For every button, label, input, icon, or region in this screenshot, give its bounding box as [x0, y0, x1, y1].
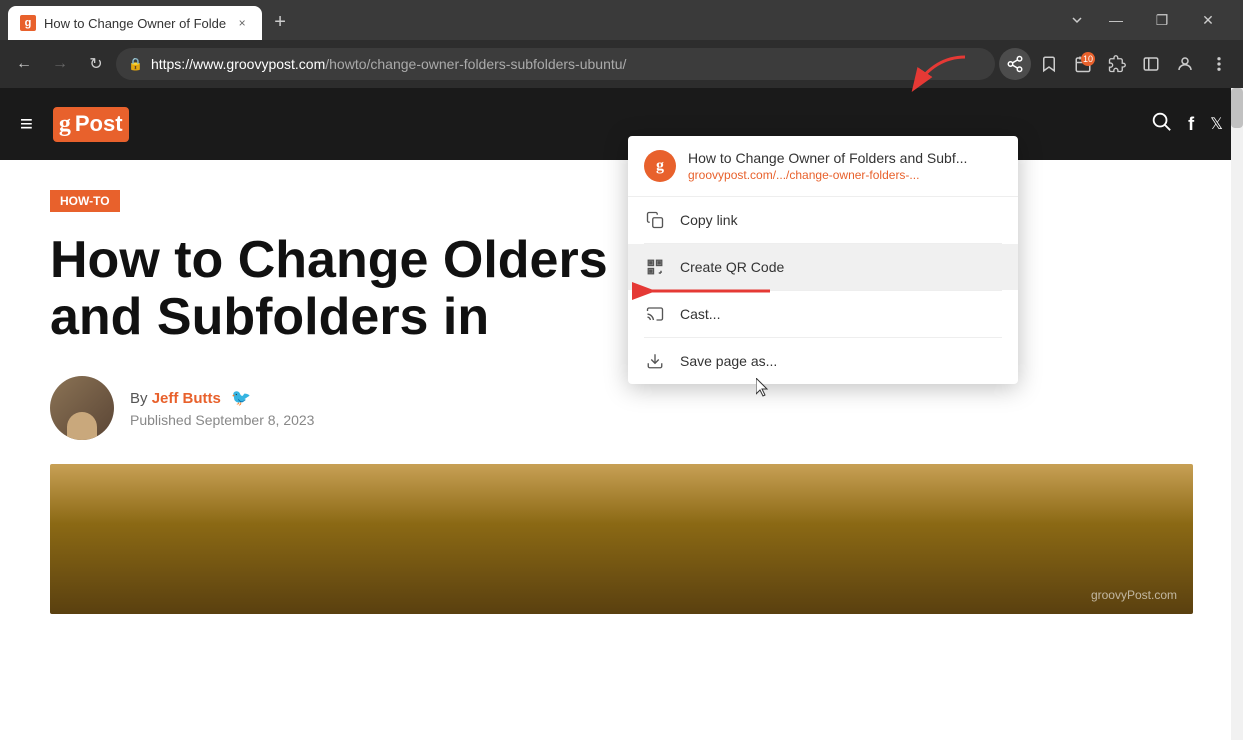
- qr-icon: [644, 256, 666, 278]
- dropdown-title: How to Change Owner of Folders and Subf.…: [688, 150, 967, 166]
- scrollbar[interactable]: [1231, 88, 1243, 740]
- page-content: HOW-TO How to Change Olders and Subfolde…: [0, 160, 1243, 644]
- header-icons: f 𝕏: [1150, 110, 1223, 138]
- badge: 10: [1081, 52, 1095, 66]
- cast-icon: [644, 303, 666, 325]
- dropdown-header: g How to Change Owner of Folders and Sub…: [628, 136, 1018, 197]
- dropdown-favicon: g: [644, 150, 676, 182]
- url-domain: https://www.groovypost.com: [151, 56, 325, 72]
- address-bar[interactable]: 🔒 https://www.groovypost.com/howto/chang…: [116, 48, 995, 80]
- new-tab-button[interactable]: +: [266, 8, 294, 36]
- how-to-badge: HOW-TO: [50, 190, 120, 212]
- twitter-handle-icon: 🐦: [231, 390, 251, 407]
- author-line: By Jeff Butts 🐦: [130, 388, 314, 408]
- site-header: ≡ g Post f 𝕏: [0, 88, 1243, 160]
- watermark: groovyPost.com: [1091, 588, 1177, 602]
- avatar-figure: [67, 412, 97, 440]
- article-title: How to Change Olders and Subfolders in: [50, 232, 1193, 346]
- chevron-down-icon[interactable]: [1061, 4, 1093, 36]
- copy-link-label: Copy link: [680, 212, 738, 228]
- hamburger-menu[interactable]: ≡: [20, 111, 33, 137]
- tab-close-button[interactable]: ×: [234, 15, 250, 31]
- toolbar-icons: 10: [999, 48, 1235, 80]
- share-button[interactable]: [999, 48, 1031, 80]
- tab-bar: g How to Change Owner of Folde × + — ❐ ✕: [0, 0, 1243, 40]
- back-button[interactable]: ←: [8, 48, 40, 80]
- url-path: /howto/change-owner-folders-subfolders-u…: [325, 56, 626, 72]
- puzzle-button[interactable]: [1101, 48, 1133, 80]
- copy-icon: [644, 209, 666, 231]
- facebook-icon[interactable]: f: [1188, 114, 1194, 135]
- extensions-button[interactable]: 10: [1067, 48, 1099, 80]
- reload-button[interactable]: ↻: [80, 48, 112, 80]
- tab-title: How to Change Owner of Folde: [44, 16, 226, 31]
- avatar: [50, 376, 114, 440]
- bookmark-button[interactable]: [1033, 48, 1065, 80]
- scrollbar-thumb[interactable]: [1231, 88, 1243, 128]
- maximize-button[interactable]: ❐: [1139, 5, 1185, 35]
- author-row: By Jeff Butts 🐦 Published September 8, 2…: [50, 376, 1193, 440]
- dropdown-url: groovypost.com/.../change-owner-folders-…: [688, 168, 967, 182]
- author-link[interactable]: Jeff Butts: [152, 390, 221, 407]
- site-logo[interactable]: g Post: [53, 107, 129, 142]
- browser-chrome: g How to Change Owner of Folde × + — ❐ ✕: [0, 0, 1243, 740]
- url-text: https://www.groovypost.com/howto/change-…: [151, 56, 983, 72]
- qr-code-label: Create QR Code: [680, 259, 784, 275]
- author-info: By Jeff Butts 🐦 Published September 8, 2…: [130, 388, 314, 428]
- window-controls: — ❐ ✕: [1061, 4, 1235, 40]
- dropdown-cast[interactable]: Cast...: [628, 291, 1018, 337]
- address-bar-row: ← → ↻ 🔒 https://www.groovypost.com/howto…: [0, 40, 1243, 88]
- page-area: ≡ g Post f 𝕏 HOW-TO How to: [0, 88, 1243, 740]
- menu-button[interactable]: [1203, 48, 1235, 80]
- search-icon[interactable]: [1150, 110, 1172, 138]
- dropdown-qr-code[interactable]: Create QR Code: [628, 244, 1018, 290]
- share-dropdown: g How to Change Owner of Folders and Sub…: [628, 136, 1018, 384]
- lock-icon: 🔒: [128, 57, 143, 71]
- dropdown-save-page[interactable]: Save page as...: [628, 338, 1018, 384]
- minimize-button[interactable]: —: [1093, 5, 1139, 35]
- forward-button[interactable]: →: [44, 48, 76, 80]
- published-date: Published September 8, 2023: [130, 412, 314, 428]
- dropdown-copy-link[interactable]: Copy link: [628, 197, 1018, 243]
- cast-label: Cast...: [680, 306, 720, 322]
- save-page-label: Save page as...: [680, 353, 777, 369]
- profile-button[interactable]: [1169, 48, 1201, 80]
- sidebar-button[interactable]: [1135, 48, 1167, 80]
- save-icon: [644, 350, 666, 372]
- close-button[interactable]: ✕: [1185, 5, 1231, 35]
- logo-post: Post: [75, 111, 123, 137]
- tab-favicon: g: [20, 15, 36, 31]
- dropdown-header-text: How to Change Owner of Folders and Subf.…: [688, 150, 967, 182]
- twitter-icon[interactable]: 𝕏: [1210, 114, 1223, 134]
- logo-g: g: [59, 111, 71, 138]
- active-tab[interactable]: g How to Change Owner of Folde ×: [8, 6, 262, 40]
- featured-image: groovyPost.com: [50, 464, 1193, 614]
